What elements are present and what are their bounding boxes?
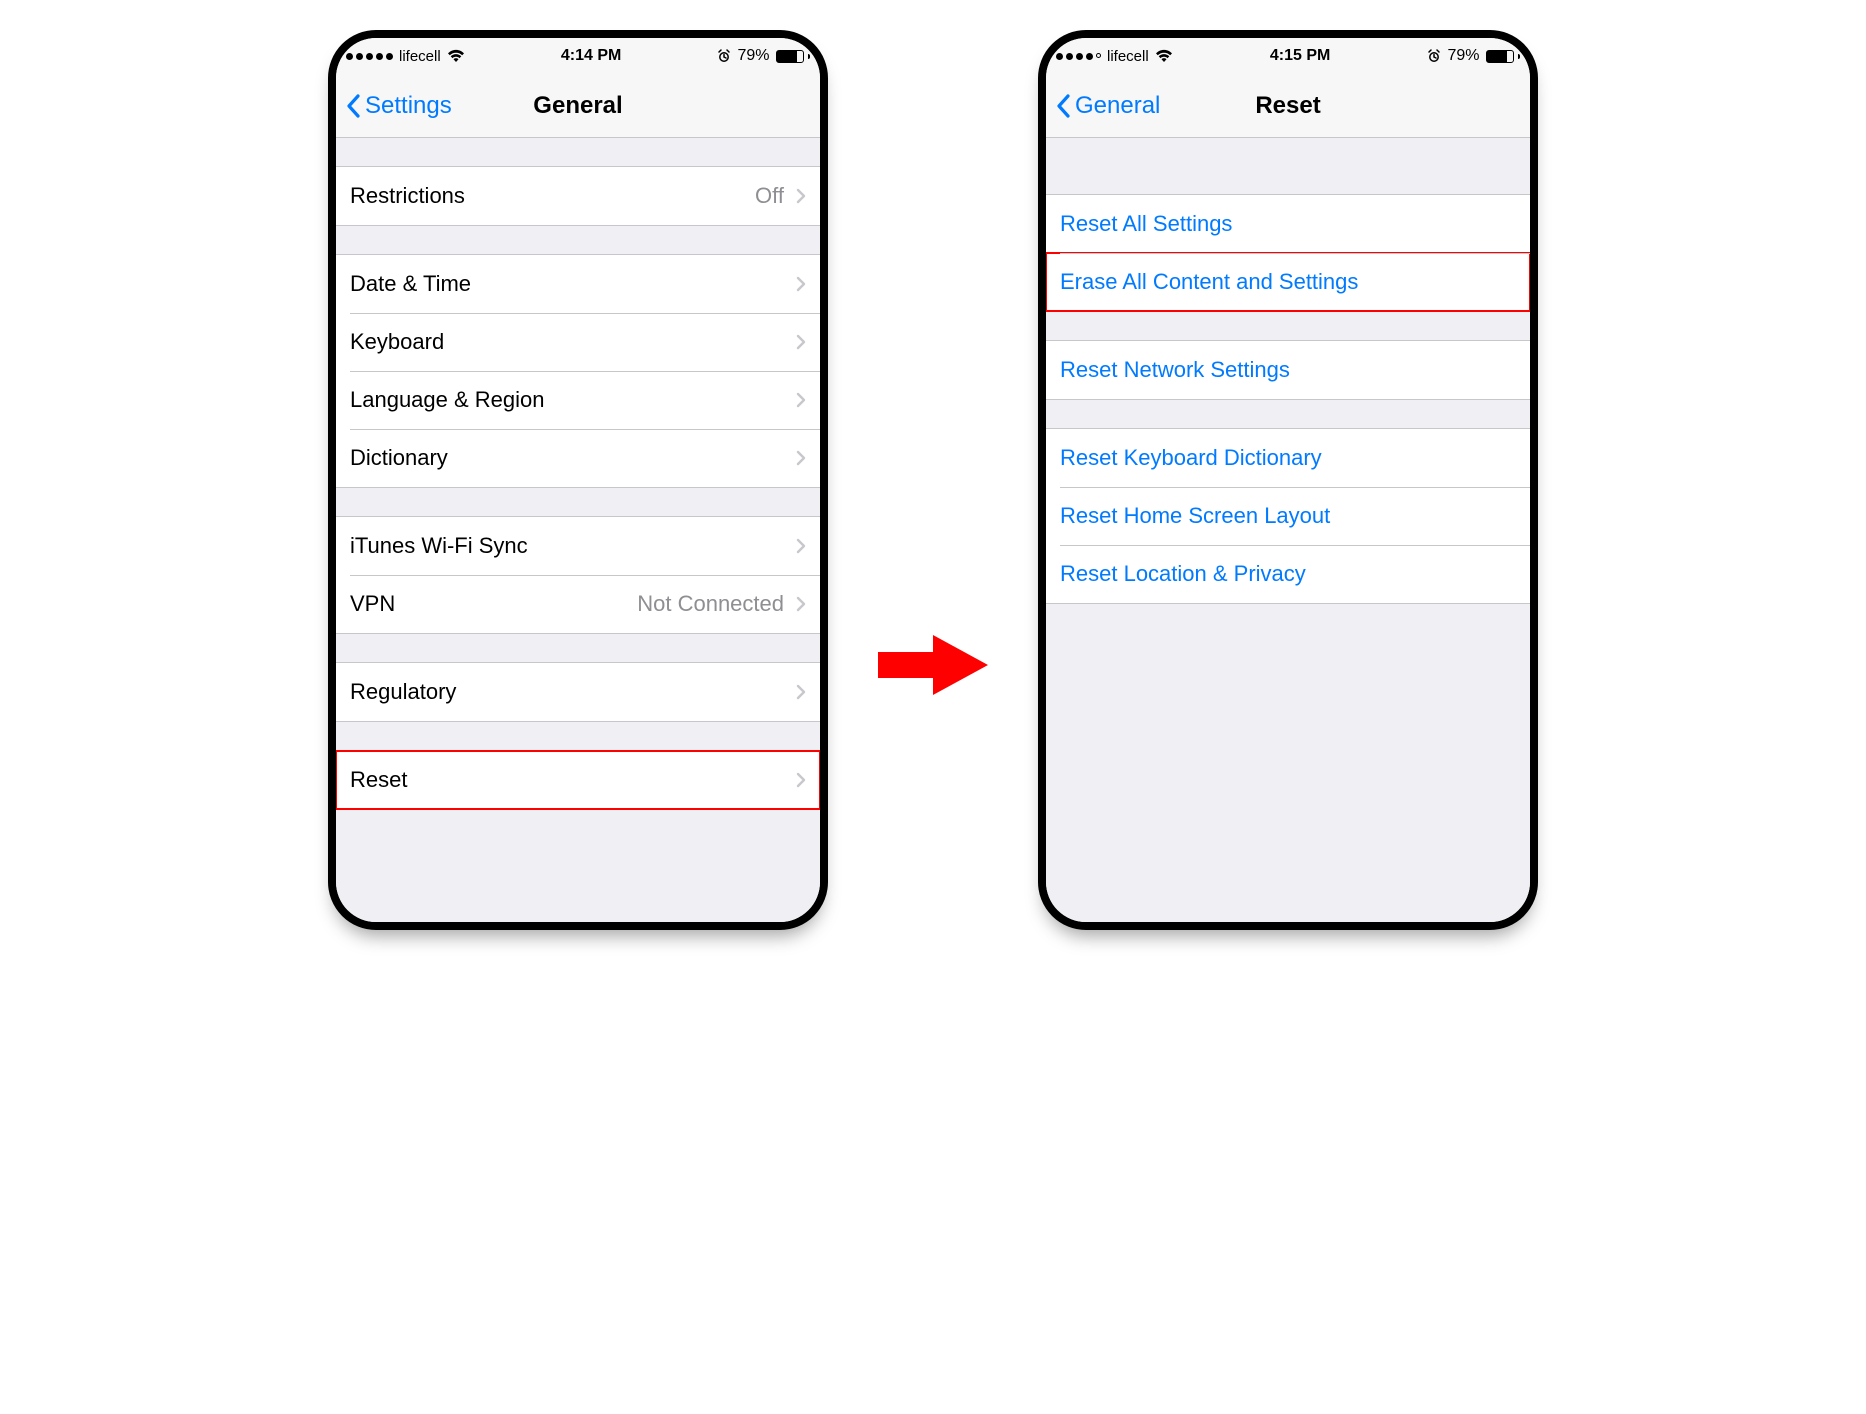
cell-vpn[interactable]: VPN Not Connected <box>336 575 820 633</box>
signal-dots-icon <box>1056 53 1101 60</box>
chevron-right-icon <box>796 450 806 466</box>
carrier-label: lifecell <box>1107 48 1149 65</box>
wifi-icon <box>447 49 465 63</box>
status-bar: lifecell 4:15 PM 79% <box>1046 38 1530 74</box>
cell-label: Dictionary <box>350 445 448 471</box>
chevron-right-icon <box>796 772 806 788</box>
cell-label: Date & Time <box>350 271 471 297</box>
back-button[interactable]: Settings <box>346 92 452 120</box>
cell-erase-all-content[interactable]: Erase All Content and Settings <box>1046 253 1530 311</box>
chevron-right-icon <box>796 596 806 612</box>
cell-label: VPN <box>350 591 395 617</box>
cell-label: Restrictions <box>350 183 465 209</box>
cell-label: Keyboard <box>350 329 444 355</box>
cell-itunes-wifi-sync[interactable]: iTunes Wi-Fi Sync <box>336 517 820 575</box>
alarm-icon <box>717 49 731 63</box>
cell-label: Language & Region <box>350 387 545 413</box>
clock-label: 4:14 PM <box>561 47 621 65</box>
chevron-right-icon <box>796 334 806 350</box>
cell-label: Reset Network Settings <box>1060 357 1290 383</box>
cell-date-time[interactable]: Date & Time <box>336 255 820 313</box>
cell-reset-location-privacy[interactable]: Reset Location & Privacy <box>1046 545 1530 603</box>
chevron-right-icon <box>796 684 806 700</box>
cell-label: Reset Location & Privacy <box>1060 561 1306 587</box>
chevron-right-icon <box>796 276 806 292</box>
cell-reset-keyboard-dictionary[interactable]: Reset Keyboard Dictionary <box>1046 429 1530 487</box>
signal-dots-icon <box>346 53 393 60</box>
back-label: Settings <box>365 92 452 120</box>
cell-value: Not Connected <box>637 591 784 617</box>
nav-bar: Settings General <box>336 74 820 138</box>
status-bar: lifecell 4:14 PM 79% <box>336 38 820 74</box>
right-phone-reset: lifecell 4:15 PM 79% General Reset <box>1038 30 1538 930</box>
chevron-right-icon <box>796 392 806 408</box>
cell-dictionary[interactable]: Dictionary <box>336 429 820 487</box>
cell-label: iTunes Wi-Fi Sync <box>350 533 528 559</box>
reset-options-list: Reset All Settings Erase All Content and… <box>1046 138 1530 922</box>
nav-bar: General Reset <box>1046 74 1530 138</box>
cell-restrictions[interactable]: Restrictions Off <box>336 167 820 225</box>
cell-label: Reset All Settings <box>1060 211 1232 237</box>
clock-label: 4:15 PM <box>1270 47 1330 65</box>
chevron-left-icon <box>346 94 361 118</box>
chevron-right-icon <box>796 538 806 554</box>
left-phone-general: lifecell 4:14 PM 79% Settings General <box>328 30 828 930</box>
cell-value: Off <box>755 183 784 209</box>
cell-label: Regulatory <box>350 679 456 705</box>
chevron-left-icon <box>1056 94 1071 118</box>
battery-icon <box>1486 50 1521 63</box>
settings-list: Restrictions Off Date & Time Keyboard La… <box>336 138 820 922</box>
cell-reset[interactable]: Reset <box>336 751 820 809</box>
back-label: General <box>1075 92 1160 120</box>
cell-regulatory[interactable]: Regulatory <box>336 663 820 721</box>
battery-pct-label: 79% <box>1447 47 1479 65</box>
alarm-icon <box>1427 49 1441 63</box>
wifi-icon <box>1155 49 1173 63</box>
battery-icon <box>776 50 811 63</box>
cell-language-region[interactable]: Language & Region <box>336 371 820 429</box>
carrier-label: lifecell <box>399 48 441 65</box>
flow-arrow-icon <box>878 630 988 700</box>
cell-label: Erase All Content and Settings <box>1060 269 1358 295</box>
cell-label: Reset Keyboard Dictionary <box>1060 445 1322 471</box>
cell-label: Reset Home Screen Layout <box>1060 503 1330 529</box>
chevron-right-icon <box>796 188 806 204</box>
cell-label: Reset <box>350 767 407 793</box>
battery-pct-label: 79% <box>737 47 769 65</box>
cell-keyboard[interactable]: Keyboard <box>336 313 820 371</box>
cell-reset-all-settings[interactable]: Reset All Settings <box>1046 195 1530 253</box>
cell-reset-network[interactable]: Reset Network Settings <box>1046 341 1530 399</box>
back-button[interactable]: General <box>1056 92 1160 120</box>
cell-reset-home-screen[interactable]: Reset Home Screen Layout <box>1046 487 1530 545</box>
